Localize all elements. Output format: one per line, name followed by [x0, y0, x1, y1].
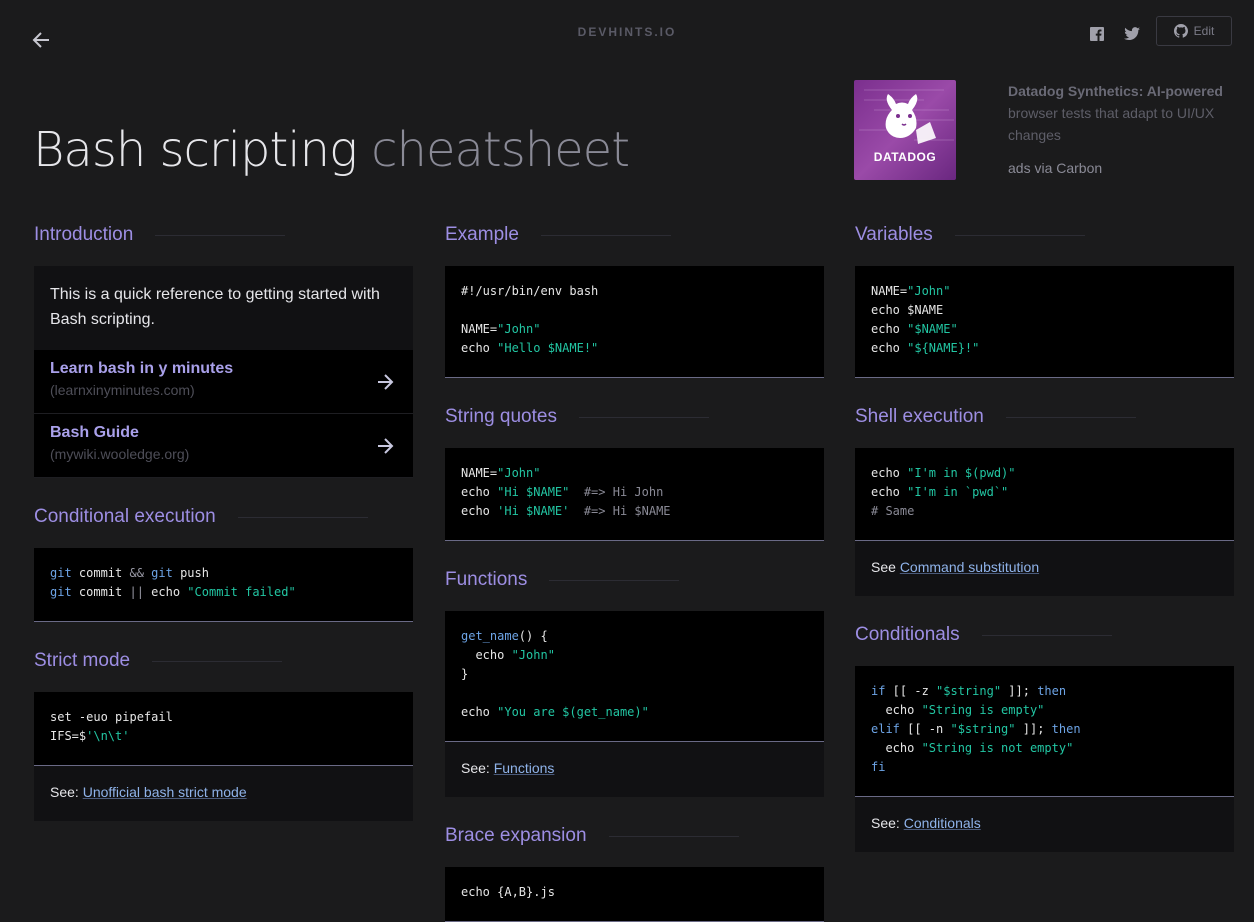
section-heading: Introduction: [34, 220, 413, 250]
strict-mode-link[interactable]: Unofficial bash strict mode: [83, 784, 247, 800]
code-block: echo {A,B}.js: [445, 867, 824, 922]
section-heading: Conditionals: [855, 620, 1234, 650]
link-bash-guide[interactable]: Bash Guide (mywiki.wooledge.org): [34, 414, 413, 478]
see-note: See Command substitution: [855, 541, 1234, 596]
ad-via[interactable]: ads via Carbon: [1008, 160, 1102, 176]
code-block: echo "I'm in $(pwd)" echo "I'm in `pwd`"…: [855, 448, 1234, 541]
code-block: if [[ -z "$string" ]]; then echo "String…: [855, 666, 1234, 797]
code-block: NAME="John" echo "Hi $NAME" #=> Hi John …: [445, 448, 824, 541]
ad-text[interactable]: Datadog Synthetics: AI-powered browser t…: [1008, 80, 1238, 146]
page-title: Bash scripting cheatsheet: [33, 122, 630, 178]
section-heading: Conditional execution: [34, 502, 413, 532]
functions-title: Functions: [445, 569, 528, 590]
see-note: See: Unofficial bash strict mode: [34, 766, 413, 821]
conditionals-link[interactable]: Conditionals: [904, 815, 981, 831]
title-main: Bash scripting: [33, 122, 358, 178]
section-heading: Variables: [855, 220, 1234, 250]
facebook-icon: [1090, 27, 1104, 41]
code-block: set -euo pipefail IFS=$'\n\t': [34, 692, 413, 766]
see-note: See: Functions: [445, 742, 824, 797]
code-block: #!/usr/bin/env bash NAME="John" echo "He…: [445, 266, 824, 378]
arrow-right-icon: [378, 438, 394, 454]
section-heading: Example: [445, 220, 824, 250]
strict-mode-title: Strict mode: [34, 650, 131, 671]
conditionals-title: Conditionals: [855, 624, 960, 645]
link-sub: (learnxinyminutes.com): [50, 382, 195, 398]
ad-image-label: DATADOG: [873, 150, 937, 164]
ad-headline: Datadog Synthetics: AI-powered: [1008, 83, 1223, 99]
variables-title: Variables: [855, 224, 933, 245]
twitter-share-button[interactable]: [1122, 24, 1142, 44]
section-heading: Functions: [445, 565, 824, 595]
section-heading: Strict mode: [34, 646, 413, 676]
edit-label: Edit: [1193, 24, 1215, 38]
conditional-execution-title: Conditional execution: [34, 506, 216, 527]
ad-image[interactable]: DATADOG: [854, 80, 956, 180]
link-sub: (mywiki.wooledge.org): [50, 446, 190, 462]
introduction-title: Introduction: [34, 224, 134, 245]
string-quotes-title: String quotes: [445, 406, 557, 427]
brace-expansion-title: Brace expansion: [445, 825, 587, 846]
code-block: git commit && git push git commit || ech…: [34, 548, 413, 622]
functions-link[interactable]: Functions: [494, 760, 555, 776]
section-heading: String quotes: [445, 402, 824, 432]
facebook-share-button[interactable]: [1087, 24, 1107, 44]
title-sub: cheatsheet: [371, 122, 630, 178]
command-substitution-link[interactable]: Command substitution: [900, 559, 1039, 575]
see-note: See: Conditionals: [855, 797, 1234, 852]
datadog-logo-icon: [859, 89, 954, 144]
column-3: Variables NAME="John" echo $NAME echo "$…: [855, 220, 1234, 852]
column-2: Example #!/usr/bin/env bash NAME="John" …: [445, 220, 824, 922]
ad-body: browser tests that adapt to UI/UX change…: [1008, 105, 1215, 143]
twitter-icon: [1124, 27, 1140, 40]
shell-execution-title: Shell execution: [855, 406, 984, 427]
section-heading: Shell execution: [855, 402, 1234, 432]
link-title: Learn bash in y minutes: [50, 360, 234, 377]
introduction-text: This is a quick reference to getting sta…: [34, 266, 413, 350]
column-1: Introduction This is a quick reference t…: [34, 220, 413, 821]
edit-button[interactable]: Edit: [1156, 16, 1232, 46]
code-block: get_name() { echo "John" } echo "You are…: [445, 611, 824, 742]
link-title: Bash Guide: [50, 424, 139, 441]
site-brand[interactable]: DEVHINTS.IO: [0, 25, 1254, 39]
section-heading: Brace expansion: [445, 821, 824, 851]
link-learn-bash[interactable]: Learn bash in y minutes (learnxinyminute…: [34, 350, 413, 414]
github-icon: [1173, 24, 1188, 38]
arrow-right-icon: [378, 374, 394, 390]
example-title: Example: [445, 224, 519, 245]
code-block: NAME="John" echo $NAME echo "$NAME" echo…: [855, 266, 1234, 378]
